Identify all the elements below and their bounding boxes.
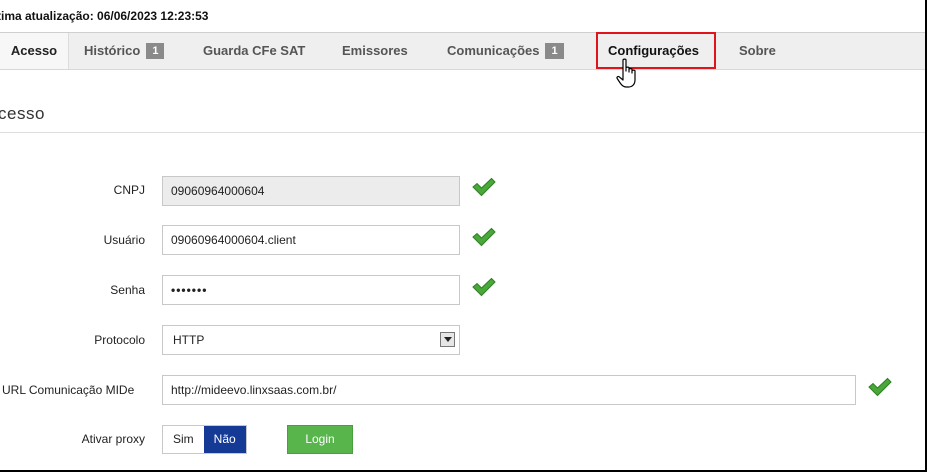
tab-comunicacoes[interactable]: Comunicações 1: [447, 33, 564, 69]
tab-historico-label: Histórico: [84, 43, 141, 58]
tab-emissores-label: Emissores: [342, 43, 408, 58]
tab-historico-badge: 1: [146, 42, 165, 59]
usuario-field[interactable]: [162, 225, 460, 255]
protocolo-selected-value: HTTP: [173, 333, 205, 347]
tab-sobre[interactable]: Sobre: [739, 33, 776, 69]
protocolo-select[interactable]: HTTP: [162, 325, 460, 355]
senha-valid-check-icon: [472, 277, 496, 297]
tab-comunicacoes-label: Comunicações: [447, 43, 540, 58]
login-button[interactable]: Login: [287, 425, 353, 454]
url-valid-check-icon: [868, 377, 892, 397]
url-field[interactable]: [162, 375, 856, 405]
usuario-valid-check-icon: [472, 227, 496, 247]
status-bar: tima atualização: 06/06/2023 12:23:53: [0, 0, 925, 33]
tab-acesso-label: Acesso: [10, 43, 58, 58]
proxy-sim-option[interactable]: Sim: [163, 426, 204, 453]
senha-label: Senha: [110, 283, 145, 297]
tab-historico[interactable]: Histórico 1: [84, 33, 165, 69]
proxy-nao-option[interactable]: Não: [203, 426, 246, 453]
tab-guarda-cfe-sat[interactable]: Guarda CFe SAT: [203, 33, 305, 69]
url-label: URL Comunicação MIDe: [2, 383, 135, 397]
tab-comunicacoes-badge: 1: [545, 42, 564, 59]
cnpj-label: CNPJ: [113, 183, 145, 197]
proxy-toggle: Sim Não: [162, 425, 247, 454]
dropdown-arrow-icon[interactable]: [440, 332, 455, 347]
tab-configuracoes-label: Configurações: [608, 43, 700, 58]
tab-sobre-label: Sobre: [739, 43, 776, 58]
tab-acesso[interactable]: Acesso: [0, 33, 69, 69]
last-update-text: tima atualização: 06/06/2023 12:23:53: [0, 9, 209, 23]
usuario-label: Usuário: [103, 233, 145, 247]
cnpj-field[interactable]: [162, 176, 460, 206]
tab-bar: Acesso Histórico 1 Guarda CFe SAT Emissor…: [0, 33, 925, 70]
protocolo-label: Protocolo: [94, 333, 145, 347]
tab-guarda-label: Guarda CFe SAT: [203, 43, 306, 58]
senha-field[interactable]: [162, 275, 460, 305]
section-divider: [0, 132, 925, 133]
section-title: cesso: [0, 104, 45, 123]
hand-cursor-icon: [616, 58, 636, 88]
tab-emissores[interactable]: Emissores: [342, 33, 408, 69]
proxy-label: Ativar proxy: [81, 432, 145, 446]
cnpj-valid-check-icon: [472, 177, 496, 197]
